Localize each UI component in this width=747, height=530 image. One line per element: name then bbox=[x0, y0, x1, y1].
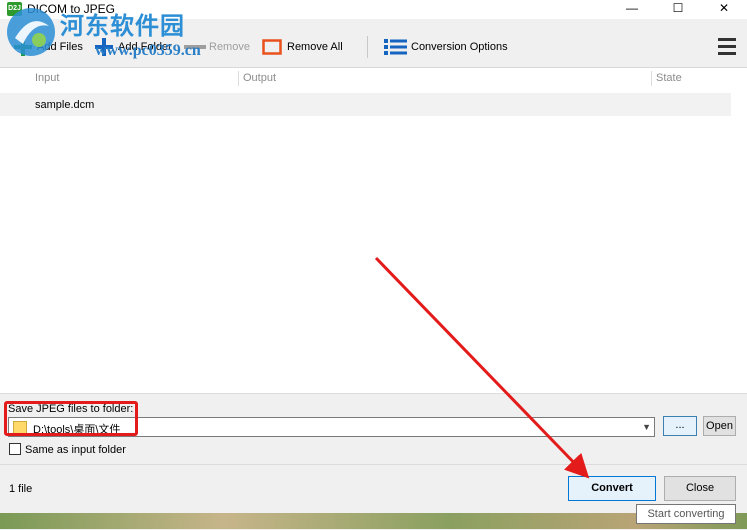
open-folder-button[interactable]: Open bbox=[703, 416, 736, 436]
list-icon bbox=[384, 39, 407, 55]
remove-label: Remove bbox=[209, 41, 250, 53]
plus-icon bbox=[95, 38, 113, 56]
column-separator bbox=[238, 71, 239, 86]
chevron-down-icon[interactable]: ▼ bbox=[642, 422, 651, 432]
column-header-state[interactable]: State bbox=[656, 72, 682, 84]
desktop-background bbox=[0, 513, 747, 529]
same-as-input-checkbox[interactable] bbox=[9, 443, 21, 455]
add-files-icon bbox=[14, 38, 32, 56]
add-files-label: Add Files bbox=[37, 41, 83, 53]
browse-button[interactable]: ... bbox=[663, 416, 697, 436]
minus-icon bbox=[184, 45, 206, 49]
row-input-cell: sample.dcm bbox=[35, 99, 95, 111]
column-separator bbox=[651, 71, 652, 86]
square-outline-icon bbox=[262, 39, 282, 55]
close-window-button[interactable]: ✕ bbox=[701, 0, 747, 19]
conversion-options-button[interactable]: Conversion Options bbox=[384, 39, 508, 55]
file-count: 1 file bbox=[9, 483, 33, 495]
same-as-input-label[interactable]: Same as input folder bbox=[25, 444, 126, 456]
toolbar: Add Files Add Folder Remove Remove All C… bbox=[0, 19, 747, 67]
minimize-button[interactable]: — bbox=[609, 0, 655, 19]
add-folder-button[interactable]: Add Folder bbox=[94, 38, 172, 56]
annotation-highlight-box bbox=[4, 401, 138, 436]
window-title: DICOM to JPEG bbox=[27, 2, 116, 16]
app-icon: D2J bbox=[7, 2, 22, 16]
remove-button[interactable]: Remove bbox=[184, 39, 250, 55]
status-divider bbox=[0, 464, 747, 465]
toolbar-separator bbox=[367, 36, 368, 58]
close-button[interactable]: Close bbox=[664, 476, 736, 501]
file-list[interactable]: Input Output State sample.dcm bbox=[0, 67, 747, 394]
add-files-button[interactable]: Add Files bbox=[12, 38, 83, 56]
add-folder-label: Add Folder bbox=[118, 41, 172, 53]
remove-all-label: Remove All bbox=[287, 41, 343, 53]
conversion-options-label: Conversion Options bbox=[411, 41, 508, 53]
table-row[interactable]: sample.dcm bbox=[0, 93, 731, 116]
convert-tooltip: Start converting bbox=[636, 504, 736, 524]
convert-button[interactable]: Convert bbox=[568, 476, 656, 501]
column-header-input[interactable]: Input bbox=[35, 72, 59, 84]
hamburger-icon[interactable] bbox=[718, 38, 738, 55]
column-header-output[interactable]: Output bbox=[243, 72, 276, 84]
maximize-button[interactable]: ☐ bbox=[655, 0, 701, 19]
title-bar: D2J DICOM to JPEG — ☐ ✕ bbox=[0, 0, 747, 19]
remove-all-button[interactable]: Remove All bbox=[262, 39, 343, 55]
